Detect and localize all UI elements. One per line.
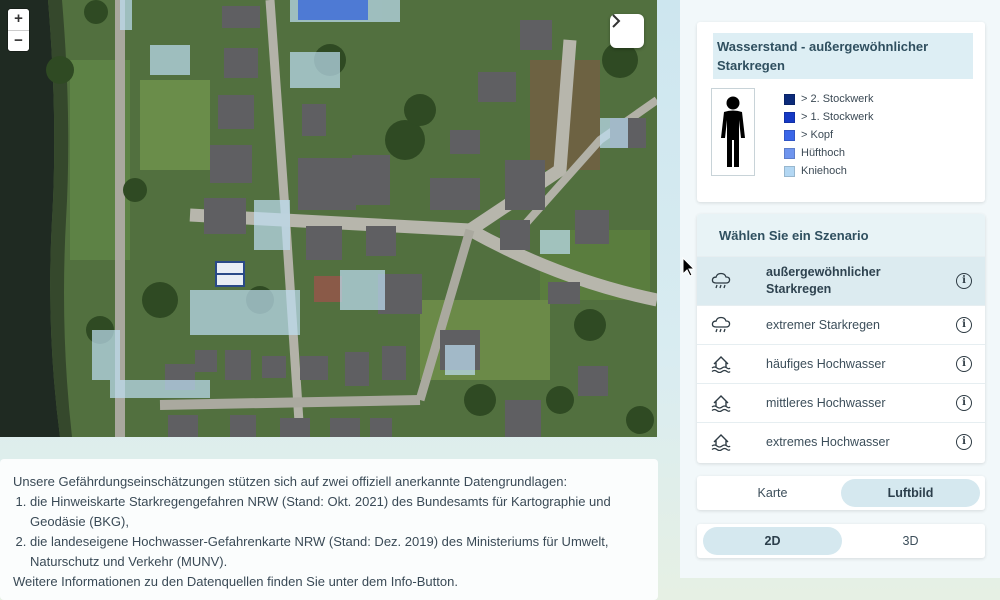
info-icon[interactable]: i: [956, 317, 972, 333]
legend-label: Hüfthoch: [801, 147, 846, 159]
scenario-label: extremer Starkregen: [766, 317, 880, 332]
info-icon[interactable]: i: [956, 356, 972, 372]
source-item: die landeseigene Hochwasser-Gefahrenkart…: [30, 532, 646, 572]
info-intro: Unsere Gefährdungseinschätzungen stützen…: [13, 474, 568, 489]
legend-swatch: [784, 129, 795, 141]
legend-swatch: [784, 111, 795, 123]
flood-house-icon: [711, 434, 731, 451]
scenario-label: außergewöhnlicher Starkregen: [766, 265, 881, 296]
legend-swatch: [784, 165, 795, 177]
scenario-option[interactable]: außergewöhnlicher Starkregen i: [697, 256, 985, 305]
scenario-option[interactable]: mittleres Hochwasser i: [697, 383, 985, 422]
legend-title: Wasserstand - außergewöhnlicher Starkreg…: [713, 33, 973, 79]
scenario-option[interactable]: häufiges Hochwasser i: [697, 344, 985, 383]
flood-house-icon: [711, 395, 731, 412]
legend-swatch: [784, 147, 795, 159]
legend-swatch: [784, 93, 795, 105]
mouse-cursor-icon: [682, 257, 696, 277]
source-list: die Hinweiskarte Starkregengefahren NRW …: [13, 492, 646, 572]
source-item: die Hinweiskarte Starkregengefahren NRW …: [30, 492, 646, 532]
chevron-right-icon: [612, 14, 621, 28]
legend-item: > 1. Stockwerk: [784, 108, 873, 126]
zoom-in-button[interactable]: +: [8, 9, 29, 30]
view-option-3d[interactable]: 3D: [841, 527, 980, 555]
view-option-2d[interactable]: 2D: [703, 527, 842, 555]
legend-item: > Kopf: [784, 126, 873, 144]
basemap-option-karte[interactable]: Karte: [703, 479, 842, 507]
map-view[interactable]: + −: [0, 0, 657, 437]
side-panel: Wasserstand - außergewöhnlicher Starkreg…: [680, 0, 1000, 578]
legend-label: > 1. Stockwerk: [801, 111, 874, 123]
panel-toggle-button[interactable]: [610, 14, 644, 48]
info-outro: Weitere Informationen zu den Datenquelle…: [13, 574, 458, 589]
legend-item: Kniehoch: [784, 162, 873, 180]
legend-list: > 2. Stockwerk > 1. Stockwerk > Kopf Hüf…: [784, 90, 873, 180]
flood-house-icon: [711, 356, 731, 373]
info-icon[interactable]: i: [956, 434, 972, 450]
basemap-toggle: Karte Luftbild: [697, 476, 985, 510]
info-icon[interactable]: i: [956, 273, 972, 289]
scenario-heading: Wählen Sie ein Szenario: [697, 214, 985, 256]
legend-item: > 2. Stockwerk: [784, 90, 873, 108]
legend-card: Wasserstand - außergewöhnlicher Starkreg…: [697, 22, 985, 202]
scenario-option[interactable]: extremer Starkregen i: [697, 305, 985, 344]
legend-label: Kniehoch: [801, 165, 847, 177]
person-figure: [711, 88, 755, 176]
legend-label: > Kopf: [801, 129, 834, 141]
scenario-label: häufiges Hochwasser: [766, 356, 886, 371]
scenario-card: Wählen Sie ein Szenario außergewöhnliche…: [697, 214, 985, 463]
legend-item: Hüfthoch: [784, 144, 873, 162]
scenario-label: mittleres Hochwasser: [766, 395, 886, 410]
zoom-out-button[interactable]: −: [8, 30, 29, 51]
basemap-option-luftbild[interactable]: Luftbild: [841, 479, 980, 507]
scenario-option[interactable]: extremes Hochwasser i: [697, 422, 985, 461]
view-mode-toggle: 2D 3D: [697, 524, 985, 558]
rain-cloud-icon: [711, 316, 731, 333]
person-icon: [721, 96, 745, 167]
zoom-control: + −: [8, 9, 29, 51]
rain-cloud-icon: [711, 272, 731, 289]
legend-label: > 2. Stockwerk: [801, 93, 874, 105]
info-icon[interactable]: i: [956, 395, 972, 411]
scenario-label: extremes Hochwasser: [766, 434, 890, 449]
data-sources-info: Unsere Gefährdungseinschätzungen stützen…: [0, 459, 658, 600]
aerial-image: [0, 0, 657, 437]
